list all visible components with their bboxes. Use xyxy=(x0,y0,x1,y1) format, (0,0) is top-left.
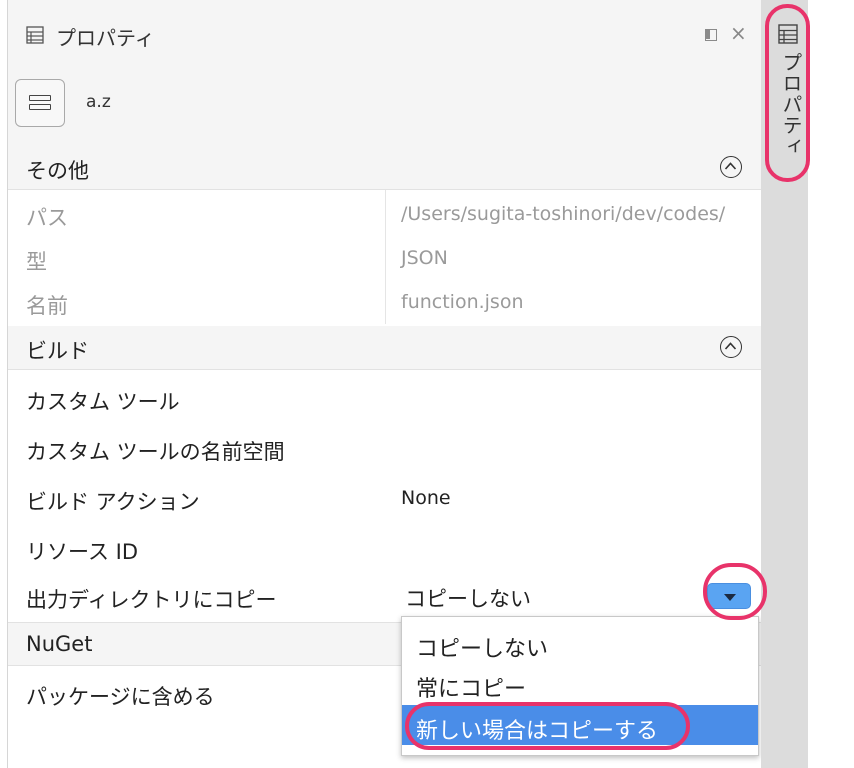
section-label: ビルド xyxy=(26,339,89,363)
right-dock-sidebar: プロパティ xyxy=(761,0,808,768)
collapse-icon[interactable] xyxy=(720,156,742,178)
property-key: 出力ディレクトリにコピー xyxy=(26,588,277,612)
property-row[interactable]: 出力ディレクトリにコピー コピーしない xyxy=(8,575,761,619)
property-value[interactable]: None xyxy=(401,487,451,509)
collapse-icon[interactable] xyxy=(720,336,742,358)
dropdown-option[interactable]: コピーしない xyxy=(402,623,758,663)
property-key: パッケージに含める xyxy=(26,685,215,709)
option-label: コピーしない xyxy=(416,637,549,662)
property-key: リソース ID xyxy=(26,540,138,564)
panel-titlebar: プロパティ × xyxy=(8,0,761,70)
property-row[interactable]: カスタム ツール xyxy=(8,377,761,421)
dock-icon[interactable] xyxy=(705,29,717,41)
properties-icon xyxy=(26,26,44,44)
property-value: function.json xyxy=(401,291,524,313)
file-name: a.z xyxy=(86,92,111,112)
list-icon xyxy=(29,95,51,101)
close-icon[interactable]: × xyxy=(730,23,747,43)
dropdown-option-selected[interactable]: 新しい場合はコピーする xyxy=(402,705,758,745)
option-label: 新しい場合はコピーする xyxy=(416,719,659,744)
property-row[interactable]: リソース ID xyxy=(8,527,761,571)
property-key: 名前 xyxy=(26,294,68,318)
property-key: カスタム ツールの名前空間 xyxy=(26,440,285,464)
section-build-header[interactable]: ビルド xyxy=(8,326,761,370)
property-row[interactable]: 型 JSON xyxy=(8,237,761,281)
dropdown-button[interactable] xyxy=(707,583,751,609)
property-row[interactable]: ビルド アクション None xyxy=(8,477,761,521)
property-value: /Users/sugita-toshinori/dev/codes/ xyxy=(401,203,726,225)
dropdown-option[interactable]: 常にコピー xyxy=(402,663,758,703)
panel-title: プロパティ xyxy=(56,26,155,50)
property-key: パス xyxy=(26,206,68,230)
property-key: カスタム ツール xyxy=(26,390,180,414)
option-label: 常にコピー xyxy=(416,677,527,702)
property-key: 型 xyxy=(26,250,47,274)
properties-icon[interactable] xyxy=(778,24,798,44)
section-label: その他 xyxy=(26,159,89,183)
section-other-header[interactable]: その他 xyxy=(8,146,761,190)
property-value: JSON xyxy=(401,247,448,269)
property-row[interactable]: 名前 function.json xyxy=(8,281,761,325)
section-label: NuGet xyxy=(26,632,93,656)
dropdown-menu: コピーしない 常にコピー 新しい場合はコピーする xyxy=(401,616,759,756)
property-row[interactable]: カスタム ツールの名前空間 xyxy=(8,427,761,471)
view-mode-button[interactable] xyxy=(15,79,65,127)
property-row[interactable]: パス /Users/sugita-toshinori/dev/codes/ xyxy=(8,193,761,237)
file-header: a.z xyxy=(8,70,761,147)
copy-to-output-select[interactable]: コピーしない xyxy=(405,583,531,613)
list-icon xyxy=(29,104,51,110)
property-key: ビルド アクション xyxy=(26,490,200,514)
sidebar-tab-properties[interactable]: プロパティ xyxy=(777,52,806,157)
